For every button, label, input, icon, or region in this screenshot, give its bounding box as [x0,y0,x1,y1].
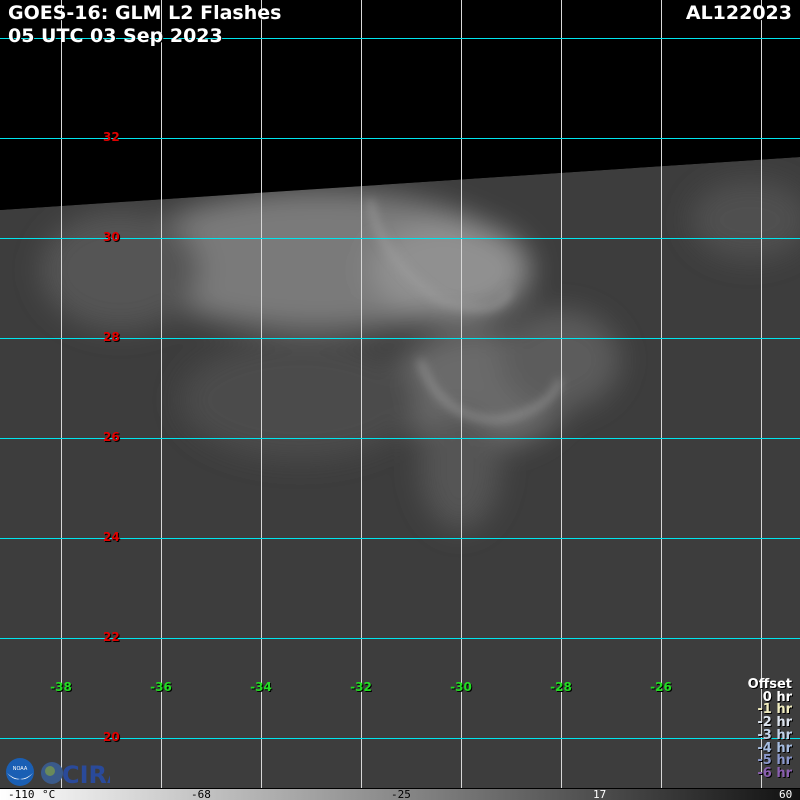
lat-label: 20 [103,730,120,744]
lon-label: -34 [250,680,272,694]
satellite-image [0,0,800,800]
offset-legend: Offset 0 hr -1 hr -2 hr -3 hr -4 hr -5 h… [748,678,792,781]
colorbar-tick: 60 [779,788,793,800]
lat-label: 28 [103,330,120,344]
temperature-colorbar: -110 °C -68 -25 17 60 [0,788,800,800]
lon-label: -36 [150,680,172,694]
satellite-viewer: GOES-16: GLM L2 Flashes 05 UTC 03 Sep 20… [0,0,800,800]
lat-label: 32 [103,130,120,144]
svg-text:NOAA: NOAA [13,766,28,772]
colorbar-tick: -25 [391,788,411,800]
lat-label: 22 [103,630,120,644]
noaa-logo: NOAA [6,758,34,786]
lon-label: -30 [450,680,472,694]
lon-label: -28 [550,680,572,694]
colorbar-unit: °C [42,788,56,800]
lat-label: 24 [103,530,120,544]
product-title: GOES-16: GLM L2 Flashes [8,2,282,24]
cira-logo: CIRA [41,761,110,787]
colorbar-tick: -110 [8,788,35,800]
lat-label: 30 [103,230,120,244]
lat-label: 26 [103,430,120,444]
colorbar-tick: 17 [593,788,607,800]
lon-label: -38 [50,680,72,694]
svg-text:CIRA: CIRA [62,761,110,787]
lon-label: -32 [350,680,372,694]
lon-label: -26 [650,680,672,694]
colorbar-tick: -68 [191,788,211,800]
storm-id: AL122023 [685,2,792,24]
timestamp: 05 UTC 03 Sep 2023 [8,25,223,47]
legend-item: -6 hr [757,765,792,781]
